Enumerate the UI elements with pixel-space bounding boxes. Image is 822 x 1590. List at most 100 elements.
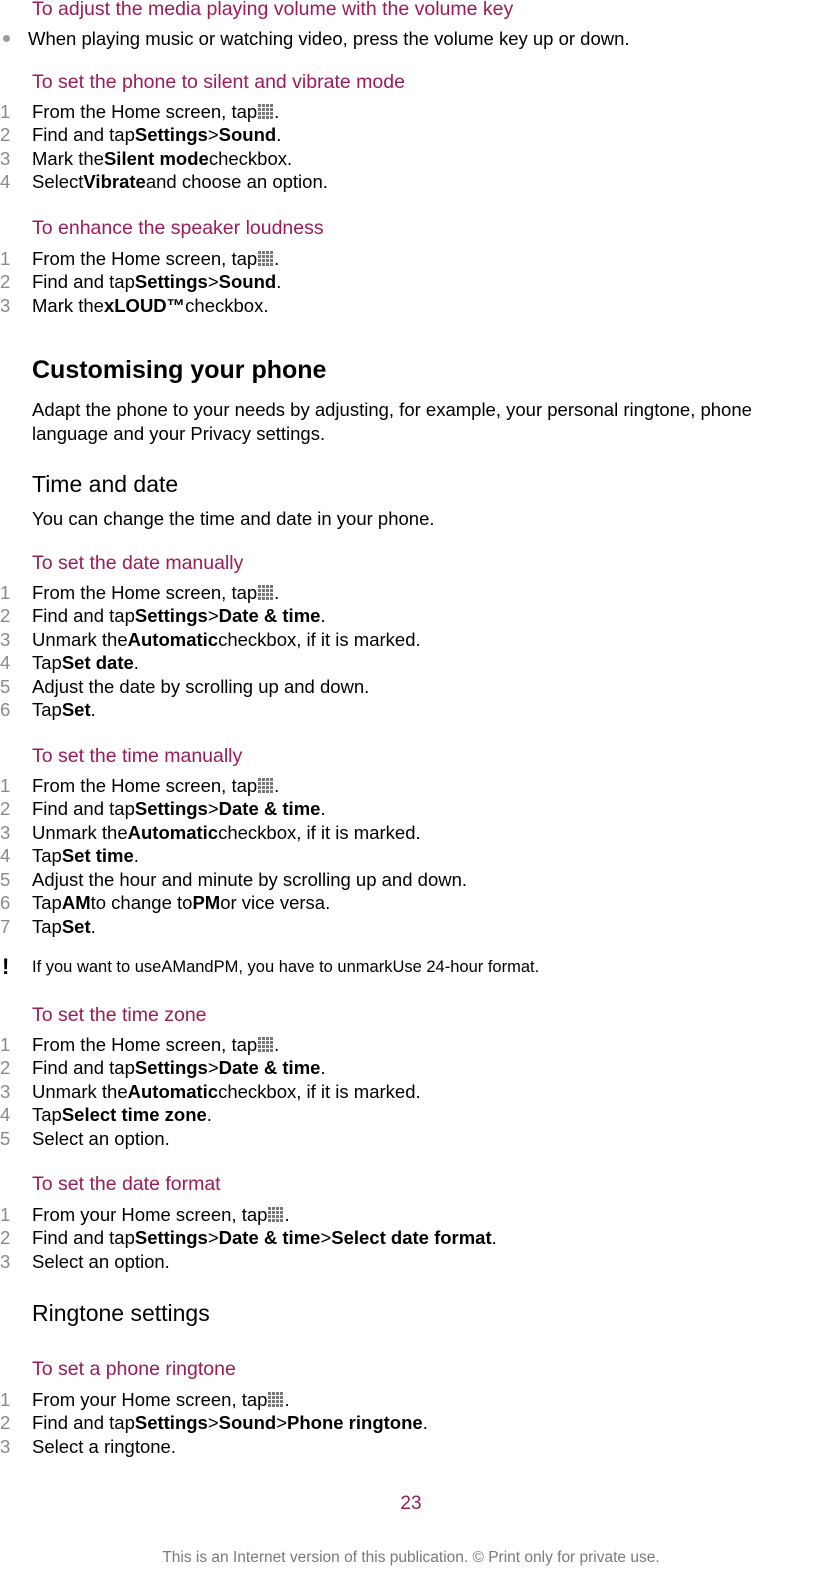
step-number: 2 <box>0 124 11 146</box>
step-item: 3 Unmark the Automatic checkbox, if it is… <box>0 821 421 845</box>
step-number: 5 <box>0 675 11 697</box>
step-emphasis: Settings <box>134 605 208 627</box>
step-item: 4 Tap Set date. <box>0 652 139 676</box>
step-number: 1 <box>0 1033 11 1055</box>
step-number: 1 <box>0 1388 11 1410</box>
warning-icon: ! <box>2 954 10 979</box>
step-item: 2 Find and tap Settings > Date & time. <box>0 1057 326 1081</box>
step-text: checkbox, if it is marked. <box>218 821 421 843</box>
step-text: . <box>320 1057 326 1079</box>
step-number: 2 <box>0 798 11 820</box>
step-item: 1 From the Home screen, tap . <box>0 100 279 124</box>
step-text: > <box>207 1057 219 1079</box>
step-item: 1 From your Home screen, tap . <box>0 1203 290 1227</box>
procedure-title: To set the date manually <box>32 552 244 574</box>
step-number: 6 <box>0 699 11 721</box>
step-emphasis: Date & time <box>218 1227 321 1249</box>
step-item: 1 From the Home screen, tap . <box>0 581 279 605</box>
step-emphasis: Sound <box>218 271 277 293</box>
step-text: From the Home screen, tap <box>32 1033 258 1055</box>
step-number: 2 <box>0 1057 11 1079</box>
step-item: 3 Unmark the Automatic checkbox, if it is… <box>0 1080 421 1104</box>
step-emphasis: Phone ringtone <box>287 1412 423 1434</box>
step-item: 6 Tap Set. <box>0 699 96 723</box>
step-item: 3 Mark the xLOUD™ checkbox. <box>0 294 268 318</box>
footer-text: This is an Internet version of this publ… <box>162 1549 660 1566</box>
step-item: 2 Find and tap Settings > Sound > Phone r… <box>0 1412 428 1436</box>
step-emphasis: Settings <box>134 798 208 820</box>
step-text: > <box>207 798 219 820</box>
step-text: From the Home screen, tap <box>32 581 258 603</box>
step-item: 1 From the Home screen, tap . <box>0 1033 279 1057</box>
step-number: 5 <box>0 868 11 890</box>
step-emphasis: Settings <box>134 124 208 146</box>
step-text: Tap <box>32 915 62 937</box>
step-text: Mark the <box>32 147 104 169</box>
step-text: Tap <box>32 1104 62 1126</box>
apps-grid-icon <box>268 1392 284 1408</box>
step-emphasis: Set time <box>61 845 134 867</box>
step-text: . <box>276 271 282 293</box>
step-text: From the Home screen, tap <box>32 100 258 122</box>
step-text: . <box>90 699 96 721</box>
step-emphasis: Automatic <box>127 628 219 650</box>
step-text: or vice versa. <box>220 892 331 914</box>
step-text: Mark the <box>32 294 104 316</box>
step-number: 7 <box>0 915 11 937</box>
step-text: . <box>422 1412 428 1434</box>
step-emphasis: Date & time <box>218 1057 321 1079</box>
step-text: > <box>207 605 219 627</box>
step-emphasis: Settings <box>134 1227 208 1249</box>
step-item: 2 Find and tap Settings > Sound. <box>0 271 281 295</box>
step-number: 1 <box>0 774 11 796</box>
step-text: Find and tap <box>32 605 135 627</box>
step-text: > <box>320 1227 332 1249</box>
step-text: . <box>274 581 280 603</box>
step-emphasis: Date & time <box>218 798 321 820</box>
step-text: . <box>276 124 282 146</box>
step-text: to change to <box>90 892 193 914</box>
step-emphasis: Set <box>61 915 91 937</box>
step-text: . <box>320 798 326 820</box>
apps-grid-icon <box>258 585 274 601</box>
step-text: Select an option. <box>32 1127 170 1149</box>
step-item: 6 Tap AM to change to PM or vice versa. <box>0 892 330 916</box>
step-text: Select an option. <box>32 1250 170 1272</box>
step-text: Tap <box>32 845 62 867</box>
step-text: Tap <box>32 699 62 721</box>
step-emphasis: xLOUD™ <box>103 294 186 316</box>
step-text: checkbox, if it is marked. <box>218 1080 421 1102</box>
step-item: 3 Unmark the Automatic checkbox, if it is… <box>0 628 421 652</box>
step-emphasis: Silent mode <box>103 147 209 169</box>
procedure-title: To set the time manually <box>32 745 243 767</box>
step-item: 4 Select Vibrate and choose an option. <box>0 171 328 195</box>
step-item: 5 Adjust the date by scrolling up and dow… <box>0 675 369 699</box>
step-text: and choose an option. <box>145 171 328 193</box>
step-text: Find and tap <box>32 798 135 820</box>
step-text: . <box>491 1227 497 1249</box>
step-number: 2 <box>0 605 11 627</box>
step-text: . <box>133 845 139 867</box>
subsection-heading: Time and date <box>32 471 179 497</box>
step-item: 3 Mark the Silent mode checkbox. <box>0 147 292 171</box>
step-text: Unmark the <box>32 821 128 843</box>
step-text: From the Home screen, tap <box>32 774 258 796</box>
apps-grid-icon <box>268 1207 284 1223</box>
step-text: checkbox. <box>185 294 269 316</box>
step-item: 5 Adjust the hour and minute by scrolling… <box>0 868 467 892</box>
step-text: Find and tap <box>32 1227 135 1249</box>
step-emphasis: Settings <box>134 1412 208 1434</box>
step-emphasis: Vibrate <box>83 171 146 193</box>
step-text: . <box>274 1033 280 1055</box>
step-item: 3 Select a ringtone. <box>0 1435 176 1459</box>
step-emphasis: Sound <box>218 1412 277 1434</box>
step-item: 2 Find and tap Settings > Date & time. <box>0 605 326 629</box>
step-emphasis: Select date format <box>331 1227 492 1249</box>
step-text: checkbox, if it is marked. <box>218 628 421 650</box>
step-text: . <box>320 605 326 627</box>
step-emphasis: Settings <box>134 271 208 293</box>
step-number: 1 <box>0 247 11 269</box>
step-text: Tap <box>32 892 62 914</box>
page-number: 23 <box>400 1493 422 1514</box>
step-number: 4 <box>0 171 11 193</box>
